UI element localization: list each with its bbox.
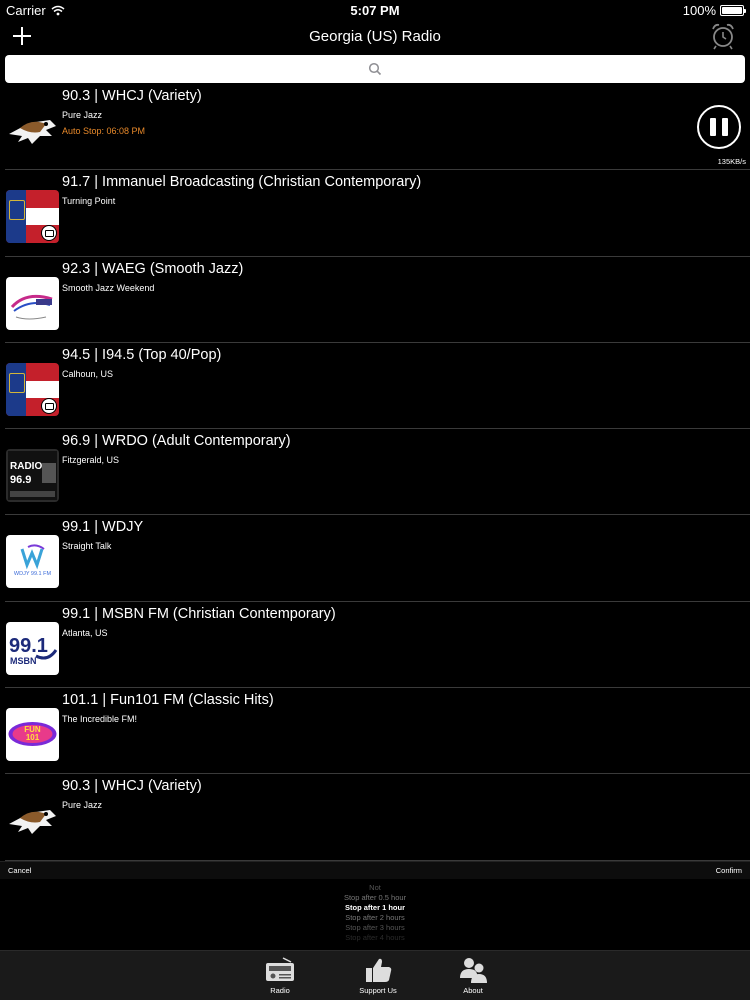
picker-option[interactable]: Stop after 3 hours	[0, 923, 750, 933]
bitrate-label: 135KB/s	[717, 157, 746, 166]
station-name: 96.9 | WRDO (Adult Contemporary)	[62, 433, 291, 450]
pause-icon	[710, 118, 716, 136]
station-name: 91.7 | Immanuel Broadcasting (Christian …	[62, 174, 422, 191]
station-row[interactable]: WDJY 99.1 FM 99.1 | WDJY Straight Talk	[5, 515, 750, 602]
station-row[interactable]: 94.5 | I94.5 (Top 40/Pop) Calhoun, US	[5, 343, 750, 430]
svg-text:96.9: 96.9	[10, 474, 31, 486]
georgia-flag-logo	[6, 362, 59, 416]
battery-percent: 100%	[682, 3, 716, 18]
thumbs-up-icon	[366, 958, 392, 982]
smooth-jazz-logo	[6, 276, 59, 330]
tab-label: About	[463, 986, 483, 995]
radio-badge-icon	[41, 225, 57, 242]
picker-option[interactable]: Stop after 0.5 hour	[0, 893, 750, 903]
station-subtitle: The Incredible FM!	[62, 714, 138, 725]
picker-toolbar: Cancel Confirm	[0, 861, 750, 879]
station-subtitle: Turning Point	[62, 196, 116, 207]
page-title: Georgia (US) Radio	[309, 28, 441, 45]
georgia-flag-logo	[6, 190, 59, 244]
station-name: 101.1 | Fun101 FM (Classic Hits)	[62, 692, 274, 709]
station-row[interactable]: 90.3 | WHCJ (Variety) Pure Jazz Auto Sto…	[5, 84, 750, 171]
station-row[interactable]: 91.7 | Immanuel Broadcasting (Christian …	[5, 170, 750, 257]
status-right: 100%	[682, 3, 746, 18]
station-row[interactable]: RADIO 96.9 96.9 | WRDO (Adult Contempora…	[5, 429, 750, 516]
station-subtitle: Pure Jazz	[62, 800, 103, 811]
station-name: 90.3 | WHCJ (Variety)	[62, 88, 202, 104]
alarm-clock-icon[interactable]	[710, 22, 736, 50]
radio-969-logo: RADIO 96.9	[6, 449, 59, 503]
station-list: 90.3 | WHCJ (Variety) Pure Jazz Auto Sto…	[0, 84, 750, 861]
picker-option-selected[interactable]: Stop after 1 hour	[0, 903, 750, 913]
tab-bar: Radio Support Us About	[0, 950, 750, 1000]
picker-option[interactable]: Stop after 2 hours	[0, 913, 750, 923]
station-row[interactable]: 99.1 MSBN 99.1 | MSBN FM (Christian Cont…	[5, 602, 750, 689]
station-subtitle: Straight Talk	[62, 541, 112, 552]
auto-stop-label: Auto Stop: 06:08 PM	[62, 126, 146, 136]
station-name: 99.1 | WDJY	[62, 519, 144, 536]
radio-icon	[266, 957, 294, 981]
station-name: 99.1 | MSBN FM (Christian Contemporary)	[62, 605, 336, 622]
msbn-logo: 99.1 MSBN	[6, 621, 59, 675]
station-name: 90.3 | WHCJ (Variety)	[62, 778, 202, 795]
eagle-logo	[6, 104, 59, 157]
station-subtitle: Pure Jazz	[62, 110, 103, 120]
station-name: 92.3 | WAEG (Smooth Jazz)	[62, 260, 244, 277]
people-icon	[460, 958, 487, 983]
svg-text:RADIO: RADIO	[10, 461, 42, 472]
station-row[interactable]: 90.3 | WHCJ (Variety) Pure Jazz	[5, 774, 750, 861]
station-subtitle: Calhoun, US	[62, 368, 114, 379]
station-subtitle: Smooth Jazz Weekend	[62, 282, 155, 293]
svg-text:101: 101	[26, 733, 40, 742]
station-name: 94.5 | I94.5 (Top 40/Pop)	[62, 346, 222, 363]
svg-text:MSBN: MSBN	[10, 656, 37, 666]
radio-badge-icon	[41, 397, 57, 414]
nav-bar: Georgia (US) Radio	[0, 22, 750, 52]
station-row[interactable]: FUN 101 101.1 | Fun101 FM (Classic Hits)…	[5, 688, 750, 775]
status-bar: Carrier 5:07 PM 100%	[0, 0, 750, 22]
pause-button[interactable]	[697, 105, 741, 149]
tab-label: Support Us	[359, 986, 397, 995]
search-bar[interactable]	[5, 55, 745, 83]
station-subtitle: Fitzgerald, US	[62, 455, 120, 466]
wdjy-logo: WDJY 99.1 FM	[6, 535, 59, 589]
status-time: 5:07 PM	[350, 3, 400, 18]
tab-about[interactable]: About	[433, 956, 513, 995]
tab-label: Radio	[270, 986, 290, 995]
search-icon	[368, 62, 382, 76]
tab-radio[interactable]: Radio	[240, 956, 320, 995]
station-subtitle: Atlanta, US	[62, 627, 108, 638]
battery-icon	[720, 5, 746, 16]
cancel-button[interactable]: Cancel	[8, 866, 31, 875]
fun101-logo: FUN 101	[6, 708, 59, 762]
eagle-logo	[6, 794, 59, 848]
confirm-button[interactable]: Confirm	[716, 866, 742, 875]
picker-option[interactable]: Stop after 4 hours	[0, 933, 750, 943]
tab-support-us[interactable]: Support Us	[338, 956, 418, 995]
svg-text:WDJY 99.1 FM: WDJY 99.1 FM	[14, 571, 52, 577]
svg-text:99.1: 99.1	[9, 635, 48, 657]
auto-stop-picker[interactable]: Not Stop after 0.5 hour Stop after 1 hou…	[0, 879, 750, 950]
picker-option[interactable]: Not	[0, 883, 750, 893]
station-row[interactable]: 92.3 | WAEG (Smooth Jazz) Smooth Jazz We…	[5, 257, 750, 343]
